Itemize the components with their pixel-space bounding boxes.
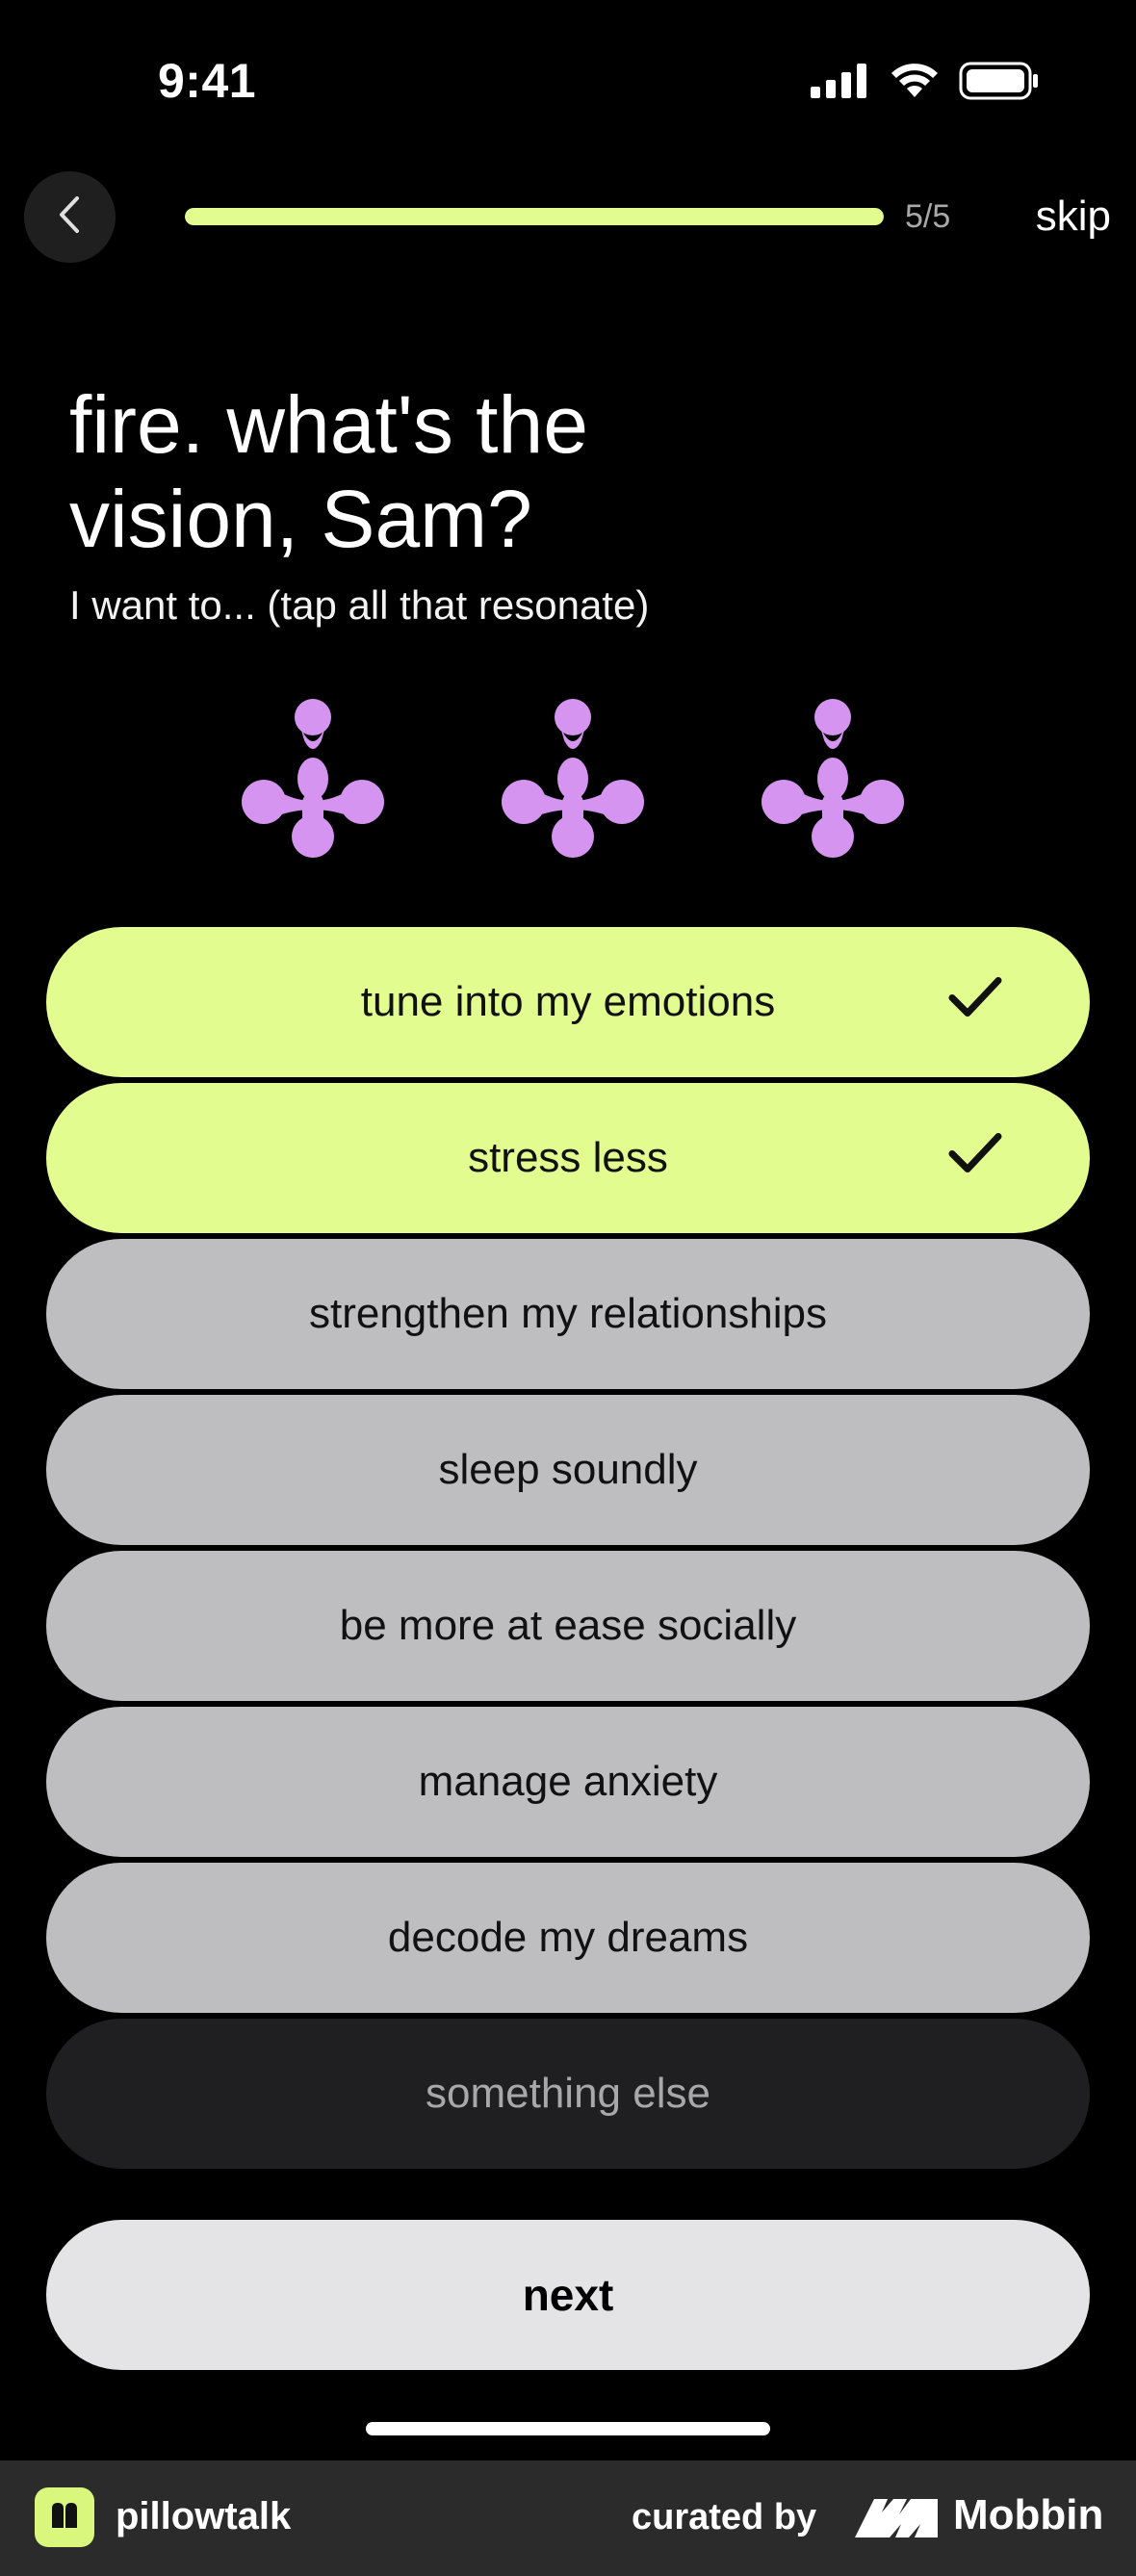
mascot-figure-icon <box>501 698 645 862</box>
mascot-figure-icon <box>241 698 385 862</box>
mobbin-brand: Mobbin <box>953 2491 1104 2538</box>
onboarding-screen: 9:41 5/5 skip fire. what's the vision, S… <box>0 0 1136 2576</box>
option-label: be more at ease socially <box>339 1602 797 1649</box>
page-subtitle: I want to... (tap all that resonate) <box>69 582 650 628</box>
wifi-icon <box>890 63 940 104</box>
mascot-figure-icon <box>761 698 905 862</box>
footer-bar: pillowtalk curated by Mobbin <box>0 2460 1136 2576</box>
option-label: stress less <box>468 1134 668 1181</box>
mascot-illustration <box>241 698 905 862</box>
option-button[interactable]: strengthen my relationships <box>46 1239 1090 1389</box>
mobbin-logo-icon <box>853 2493 940 2541</box>
page-title: fire. what's the vision, Sam? <box>69 379 588 564</box>
option-button[interactable]: stress less <box>46 1083 1090 1233</box>
next-button[interactable]: next <box>46 2220 1090 2370</box>
option-label: tune into my emotions <box>360 978 776 1025</box>
progress-label: 5/5 <box>905 198 951 235</box>
option-label: strengthen my relationships <box>308 1290 828 1337</box>
signal-icon <box>811 64 870 103</box>
app-logo-icon <box>35 2487 94 2547</box>
option-label: something else <box>426 2070 710 2117</box>
home-indicator <box>366 2422 770 2435</box>
option-label: decode my dreams <box>387 1914 749 1961</box>
back-button[interactable] <box>24 171 116 263</box>
skip-button[interactable]: skip <box>1036 193 1111 241</box>
option-button[interactable]: tune into my emotions <box>46 927 1090 1077</box>
option-label: sleep soundly <box>438 1446 698 1493</box>
curated-by-label: curated by <box>632 2497 817 2537</box>
status-icons <box>811 62 1040 105</box>
option-button[interactable]: something else <box>46 2019 1090 2169</box>
checkmark-icon <box>947 975 1003 1030</box>
app-name: pillowtalk <box>116 2495 292 2537</box>
option-button[interactable]: sleep soundly <box>46 1395 1090 1545</box>
option-list: tune into my emotions stress less strength… <box>46 927 1090 2175</box>
progress-bar <box>185 208 884 225</box>
option-label: manage anxiety <box>418 1758 718 1805</box>
chevron-left-icon <box>56 194 85 240</box>
checkmark-icon <box>947 1131 1003 1186</box>
option-button[interactable]: decode my dreams <box>46 1863 1090 2013</box>
progress-fill <box>185 208 884 225</box>
status-time: 9:41 <box>158 54 257 108</box>
option-button[interactable]: manage anxiety <box>46 1707 1090 1857</box>
battery-icon <box>959 62 1040 105</box>
option-button[interactable]: be more at ease socially <box>46 1551 1090 1701</box>
